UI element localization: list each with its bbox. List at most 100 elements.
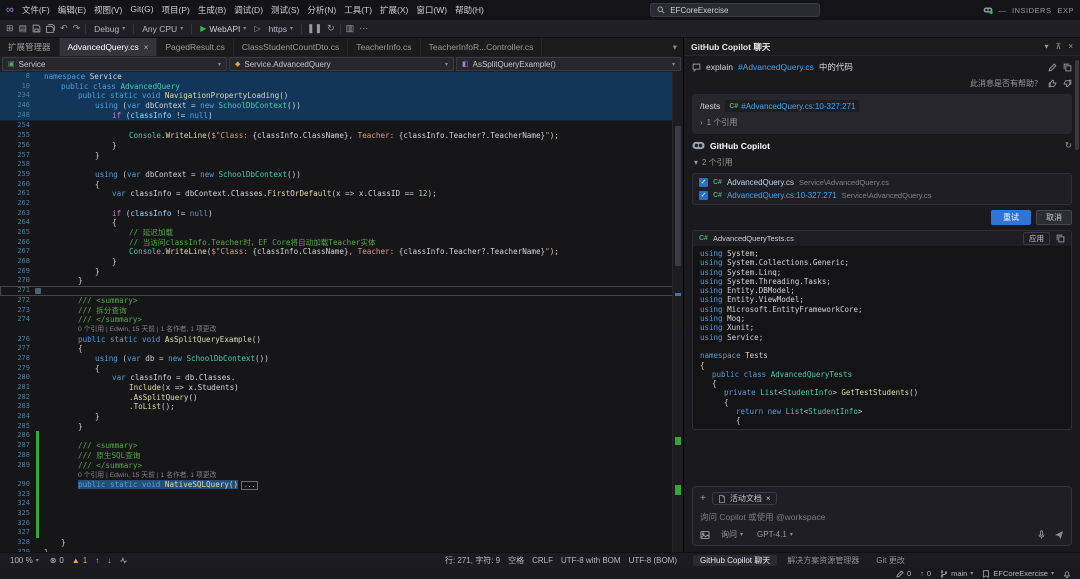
zoom-dropdown[interactable]: 100 %▾ [7,556,42,565]
code-line[interactable]: public class AdvancedQueryTests [700,370,1064,379]
collapsed-region[interactable]: ... [241,481,258,490]
redo-icon[interactable]: ↷ [73,23,81,34]
code-line[interactable]: 287/// <summary> [0,441,683,451]
type-dropdown[interactable]: ◆ Service.AdvancedQuery▾ [229,57,454,71]
indentation-mode[interactable]: 空格 [508,555,524,566]
add-context-button[interactable]: + [700,493,706,504]
pending-edits[interactable]: 0 [896,569,911,578]
document-tab[interactable]: AdvancedQuery.cs× [60,38,158,56]
save-icon[interactable] [32,24,41,33]
code-line[interactable]: 326 [0,519,683,529]
code-line[interactable]: { [700,361,1064,370]
chat-mode-dropdown[interactable]: 询问▾ [718,529,746,540]
code-line[interactable]: 284} [0,412,683,422]
open-folder-icon[interactable]: ▤ [19,23,28,34]
send-icon[interactable] [1054,530,1064,540]
chat-input-card[interactable]: + 活动文档 × 询问 Copilot 或使用 @workspace 询问▾ G… [692,486,1072,546]
code-line[interactable]: using System.Threading.Tasks; [700,277,1064,286]
menu-item[interactable]: 测试(S) [267,4,303,16]
menu-item[interactable]: Git(G) [126,4,157,16]
find-in-files-icon[interactable]: ▥ [346,23,355,34]
menu-item[interactable]: 生成(B) [194,4,230,16]
health-indicator-icon[interactable] [119,556,128,565]
code-line[interactable] [700,342,1064,351]
thumbs-up-icon[interactable] [1048,79,1057,88]
copy-icon[interactable] [1056,234,1065,243]
code-line[interactable]: 0 个引用 | Edwin, 15 天前 | 1 名作者, 1 项更改 [0,325,683,335]
code-line[interactable]: namespace Tests [700,351,1064,360]
code-line[interactable]: 280var classInfo = db.Classes. [0,373,683,383]
chevron-down-icon[interactable]: ▾ [1044,42,1048,51]
cancel-button[interactable]: 取消 [1036,210,1072,225]
undo-icon[interactable]: ↶ [60,23,68,34]
scrollbar-thumb[interactable] [675,126,681,266]
document-tab[interactable]: TeacherInfoR...Controller.cs [421,38,543,56]
code-line[interactable]: 264{ [0,218,683,228]
tool-window-tab[interactable]: Git 更改 [869,555,911,566]
code-line[interactable]: 10public class AdvancedQuery [0,82,683,92]
user-references-toggle[interactable]: › 1 个引用 [700,117,1064,128]
code-line[interactable]: 271 [0,286,683,296]
code-line[interactable]: using Entity.DBModel; [700,286,1064,295]
code-line[interactable]: 0 个引用 | Edwin, 15 天前 | 1 名作者, 1 项更改 [0,470,683,480]
code-line[interactable]: using Service; [700,333,1064,342]
menu-item[interactable]: 编辑(E) [54,4,90,16]
code-line[interactable]: 288/// 原生SQL查询 [0,451,683,461]
eol-mode[interactable]: CRLF [532,556,553,565]
code-line[interactable]: 281Include(x => x.Students) [0,383,683,393]
platform-dropdown[interactable]: Any CPU▾ [139,24,186,34]
request-file-reference[interactable]: #AdvancedQuery.cs [738,62,814,72]
code-line[interactable]: 325 [0,509,683,519]
new-file-icon[interactable]: ⊞ [6,23,14,34]
document-tab[interactable]: TeacherInfo.cs [348,38,420,56]
chat-input-placeholder[interactable]: 询问 Copilot 或使用 @workspace [700,511,1064,523]
regenerate-icon[interactable]: ↻ [1065,140,1072,151]
document-tab[interactable]: ClassStudentCountDto.cs [234,38,348,56]
code-line[interactable]: 266// 当访问classInfo.Teacher时，EF Core将自动加载… [0,238,683,248]
menu-item[interactable]: 工具(T) [340,4,376,16]
menu-item[interactable]: 文件(F) [18,4,54,16]
copy-icon[interactable] [1063,63,1072,72]
menu-item[interactable]: 窗口(W) [412,4,451,16]
code-line[interactable]: 282.AsSplitQuery() [0,393,683,403]
reference-row[interactable]: ✓C#AdvancedQuery.cs:10-327:271Service\Ad… [699,191,1065,200]
code-line[interactable]: 272/// <summary> [0,296,683,306]
code-line[interactable]: 286 [0,431,683,441]
bell-icon[interactable] [1063,570,1071,578]
close-tab-icon[interactable]: × [144,43,149,52]
configuration-dropdown[interactable]: Debug▾ [91,24,128,34]
save-all-icon[interactable] [46,24,55,33]
warning-count[interactable]: ▲1 [72,556,87,565]
minimize-icon[interactable]: — [999,6,1007,15]
tab-overflow-icon[interactable]: ▾ [667,38,683,56]
code-line[interactable]: 276public static void AsSplitQueryExampl… [0,335,683,345]
prev-issue-icon[interactable]: ↑ [95,556,99,565]
code-line[interactable]: 283.ToList(); [0,402,683,412]
code-line[interactable]: 256} [0,141,683,151]
remove-context-icon[interactable]: × [766,494,771,503]
toolbar-options-icon[interactable]: ⋯ [359,23,368,34]
thumbs-down-icon[interactable] [1063,79,1072,88]
start-debugging-button[interactable]: ▶WebAPI▾ [197,24,249,34]
reference-checkbox[interactable]: ✓ [699,178,708,187]
code-line[interactable]: 258 [0,160,683,170]
retry-button[interactable]: 重试 [991,210,1031,225]
menu-item[interactable]: 分析(N) [303,4,340,16]
code-line[interactable]: { [700,379,1064,388]
caret-position[interactable]: 行: 271, 字符: 9 [445,555,500,566]
response-references-toggle[interactable]: ▾ 2 个引用 [692,157,1072,168]
code-line[interactable]: 263if (classInfo != null) [0,209,683,219]
code-line[interactable]: 8namespace Service [0,72,683,82]
error-count[interactable]: ⊗0 [50,556,64,565]
code-line[interactable]: using Xunit; [700,323,1064,332]
code-line[interactable]: 279{ [0,364,683,374]
document-tab[interactable]: 扩展管理器 [0,38,60,56]
pin-icon[interactable]: ⊼ [1055,42,1061,51]
menu-item[interactable]: 视图(V) [90,4,126,16]
code-editor[interactable]: 8namespace Service10public class Advance… [0,72,683,552]
code-line[interactable]: 285} [0,422,683,432]
code-line[interactable]: 323 [0,490,683,500]
document-tab[interactable]: PagedResult.cs [157,38,234,56]
encoding[interactable]: UTF-8 with BOM [561,556,621,565]
apply-button[interactable]: 应用 [1023,232,1050,245]
